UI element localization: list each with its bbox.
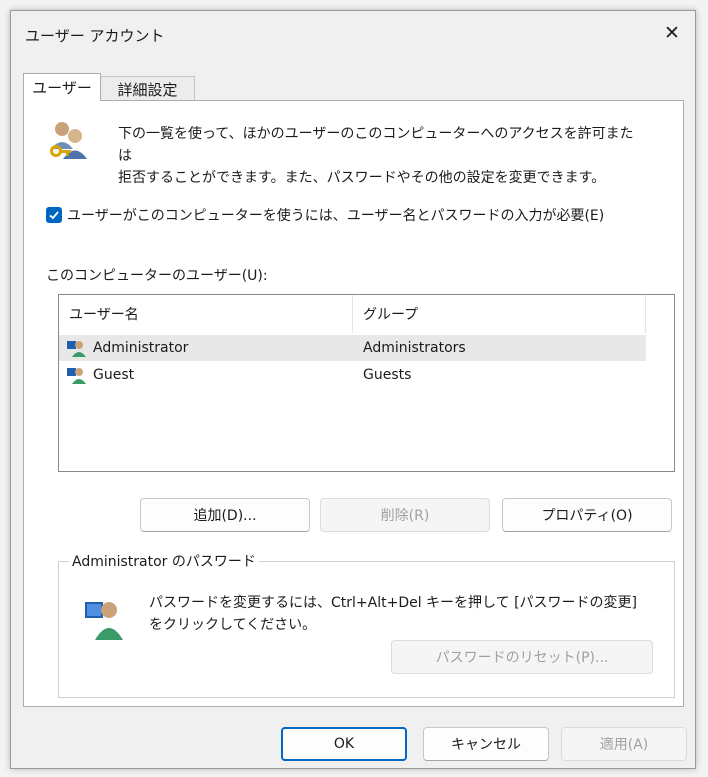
password-line-2: をクリックしてください。 <box>149 617 317 633</box>
user-accounts-dialog: ユーザー アカウント ✕ ユーザー 詳細設定 下の一覧を使って、ほかのユーザーの… <box>10 10 696 769</box>
require-password-checkbox[interactable] <box>46 207 62 223</box>
users-list[interactable]: ユーザー名 グループ Administrator Administrators <box>58 294 675 472</box>
table-row[interactable]: Guest Guests <box>59 362 646 388</box>
user-name: Administrator <box>93 340 189 356</box>
title-bar[interactable]: ユーザー アカウント ✕ <box>11 11 695 55</box>
tab-advanced[interactable]: 詳細設定 <box>101 76 195 101</box>
require-password-option[interactable]: ユーザーがこのコンピューターを使うには、ユーザー名とパスワードの入力が必要(E) <box>46 205 604 225</box>
cancel-button[interactable]: キャンセル <box>423 727 549 761</box>
user-password-icon <box>85 602 123 640</box>
user-icon <box>67 341 86 357</box>
intro-line-2: 拒否することができます。また、パスワードやその他の設定を変更できます。 <box>118 170 606 186</box>
user-icon <box>67 368 86 384</box>
require-password-label: ユーザーがこのコンピューターを使うには、ユーザー名とパスワードの入力が必要(E) <box>67 208 605 224</box>
tab-users[interactable]: ユーザー <box>23 73 101 101</box>
users-key-icon <box>50 122 87 159</box>
password-instructions: パスワードを変更するには、Ctrl+Alt+Del キーを押して [パスワードの… <box>149 592 669 636</box>
password-group: Administrator のパスワード パスワードを変更するには、Ctrl+A… <box>58 551 675 698</box>
user-name: Guest <box>93 367 135 383</box>
remove-user-button[interactable]: 削除(R) <box>320 498 490 532</box>
user-group: Guests <box>363 367 412 383</box>
table-row[interactable]: Administrator Administrators <box>59 335 646 361</box>
add-user-button[interactable]: 追加(D)... <box>140 498 310 532</box>
window-title: ユーザー アカウント <box>25 27 165 45</box>
password-line-1: パスワードを変更するには、Ctrl+Alt+Del キーを押して [パスワードの… <box>149 595 638 611</box>
users-list-label: このコンピューターのユーザー(U): <box>46 268 268 284</box>
user-group: Administrators <box>363 340 466 356</box>
ok-button[interactable]: OK <box>281 727 407 761</box>
column-header-group[interactable]: グループ <box>353 295 646 333</box>
users-tab-page: 下の一覧を使って、ほかのユーザーのこのコンピューターへのアクセスを許可または 拒… <box>23 100 684 707</box>
intro-description: 下の一覧を使って、ほかのユーザーのこのコンピューターへのアクセスを許可または 拒… <box>118 123 638 189</box>
password-group-title: Administrator のパスワード <box>69 551 259 571</box>
checkmark-icon <box>49 211 59 220</box>
close-button[interactable]: ✕ <box>649 11 695 55</box>
apply-button[interactable]: 適用(A) <box>561 727 687 761</box>
reset-password-button[interactable]: パスワードのリセット(P)... <box>391 640 653 674</box>
column-header-username[interactable]: ユーザー名 <box>59 295 353 333</box>
properties-button[interactable]: プロパティ(O) <box>502 498 672 532</box>
users-list-header: ユーザー名 グループ <box>59 295 674 333</box>
intro-line-1: 下の一覧を使って、ほかのユーザーのこのコンピューターへのアクセスを許可または <box>118 126 634 164</box>
